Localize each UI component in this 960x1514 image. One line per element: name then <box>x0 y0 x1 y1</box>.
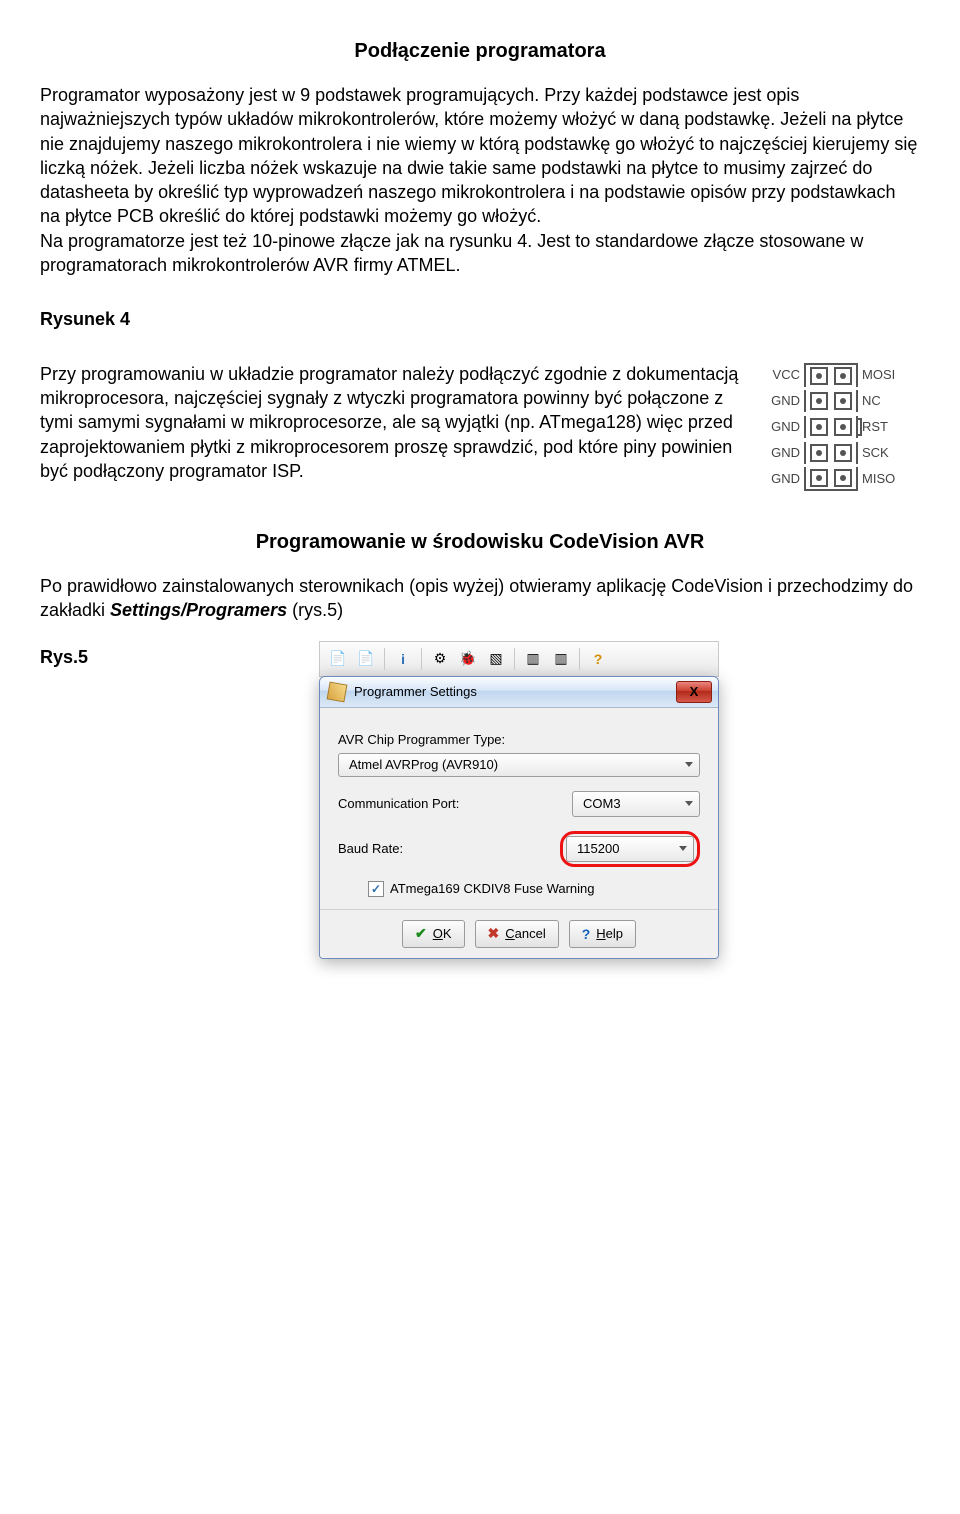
chip-icon <box>327 681 348 702</box>
close-button[interactable]: X <box>676 681 712 703</box>
baud-rate-label: Baud Rate: <box>338 841 403 856</box>
programmer-settings-dialog: Programmer Settings X AVR Chip Programme… <box>319 676 719 959</box>
fuse-warning-checkbox[interactable]: ✓ <box>368 881 384 897</box>
toolbar-button[interactable]: 📄 <box>326 647 350 671</box>
help-icon: ? <box>582 926 591 942</box>
toolbar-info-button[interactable]: i <box>391 647 415 671</box>
ok-button[interactable]: ✔ OK <box>402 920 465 948</box>
help-button[interactable]: ? Help <box>569 920 636 948</box>
isp-connector-diagram: VCC MOSI GND NC GND RST GND SCK GND MISO <box>760 362 920 492</box>
help-button-rest: elp <box>606 926 623 941</box>
toolbar-button[interactable]: ⚙ <box>428 647 452 671</box>
toolbar-button[interactable]: 📄 <box>354 647 378 671</box>
programmer-type-label: AVR Chip Programmer Type: <box>338 732 700 747</box>
dialog-titlebar: Programmer Settings X <box>320 677 718 708</box>
communication-port-label: Communication Port: <box>338 796 459 811</box>
ide-toolbar: 📄 📄 i ⚙ 🐞 ▧ ▥ ▥ ? <box>319 641 719 677</box>
toolbar-bug-button[interactable]: 🐞 <box>456 647 480 671</box>
x-icon: ✖ <box>488 925 500 942</box>
pin-label-vcc: VCC <box>760 367 804 382</box>
chevron-down-icon <box>685 801 693 806</box>
cancel-button[interactable]: ✖ Cancel <box>475 920 559 948</box>
chevron-down-icon <box>685 762 693 767</box>
dialog-title-text: Programmer Settings <box>354 684 477 699</box>
close-icon: X <box>690 684 699 699</box>
paragraph-3: Po prawidłowo zainstalowanych sterownika… <box>40 574 920 623</box>
pin-label-rst: RST <box>858 419 908 434</box>
figure-5-label: Rys.5 <box>40 645 88 669</box>
check-icon: ✔ <box>415 925 427 942</box>
pin-label-gnd: GND <box>760 393 804 408</box>
toolbar-chip-button[interactable]: ▧ <box>484 647 508 671</box>
paragraph-1: Programator wyposażony jest w 9 podstawe… <box>40 83 920 277</box>
toolbar-help-button[interactable]: ? <box>586 647 610 671</box>
programmer-type-combobox[interactable]: Atmel AVRProg (AVR910) <box>338 753 700 777</box>
pin-label-sck: SCK <box>858 445 908 460</box>
ok-button-rest: K <box>443 926 452 941</box>
programmer-settings-screenshot: 📄 📄 i ⚙ 🐞 ▧ ▥ ▥ ? Programmer Settings X <box>319 641 719 959</box>
pin-label-nc: NC <box>858 393 908 408</box>
chevron-down-icon <box>679 846 687 851</box>
heading-codevision: Programowanie w środowisku CodeVision AV… <box>40 531 920 554</box>
baud-rate-value: 115200 <box>577 841 619 856</box>
cancel-button-rest: ancel <box>515 926 546 941</box>
fuse-warning-label: ATmega169 CKDIV8 Fuse Warning <box>390 881 594 896</box>
baud-rate-combobox[interactable]: 115200 <box>566 836 694 862</box>
toolbar-button[interactable]: ▥ <box>549 647 573 671</box>
pin-label-gnd: GND <box>760 471 804 486</box>
pin-label-gnd: GND <box>760 419 804 434</box>
programmer-type-value: Atmel AVRProg (AVR910) <box>349 757 498 772</box>
pin-label-gnd: GND <box>760 445 804 460</box>
paragraph-3-post: (rys.5) <box>287 600 343 620</box>
settings-path: Settings/Programers <box>110 600 287 620</box>
communication-port-value: COM3 <box>583 796 621 811</box>
page-title: Podłączenie programatora <box>40 40 920 63</box>
figure-4-label: Rysunek 4 <box>40 307 920 331</box>
pin-label-miso: MISO <box>858 471 908 486</box>
paragraph-2: Przy programowaniu w układzie programato… <box>40 362 740 483</box>
toolbar-button[interactable]: ▥ <box>521 647 545 671</box>
pin-label-mosi: MOSI <box>858 367 908 382</box>
baud-rate-highlight: 115200 <box>560 831 700 867</box>
communication-port-combobox[interactable]: COM3 <box>572 791 700 817</box>
